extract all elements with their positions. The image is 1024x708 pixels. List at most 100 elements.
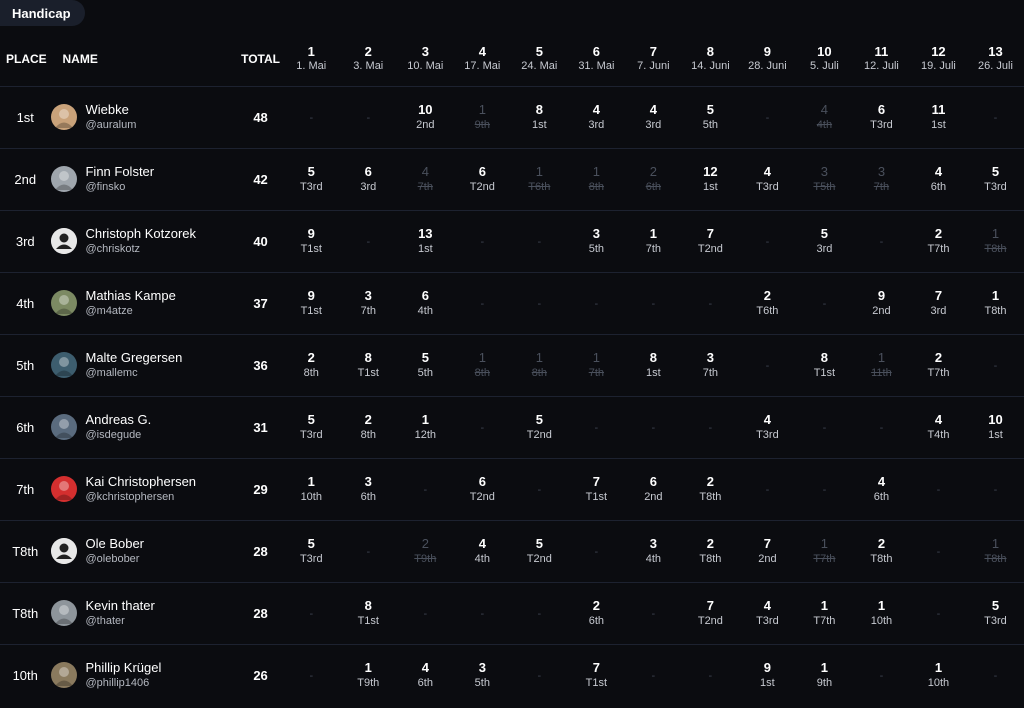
result-cell: 8 T1st xyxy=(340,334,397,396)
event-header-10[interactable]: 10 5. Juli xyxy=(796,32,853,86)
player-name[interactable]: Phillip Krügel xyxy=(85,660,161,676)
player-info[interactable]: Andreas G. @isdegude xyxy=(50,412,238,442)
event-header-3[interactable]: 3 10. Mai xyxy=(397,32,454,86)
event-header-5[interactable]: 5 24. Mai xyxy=(511,32,568,86)
player-cell[interactable]: Ole Bober @olebober xyxy=(50,520,238,582)
avatar-photo-icon[interactable] xyxy=(51,352,78,378)
default-user-icon[interactable] xyxy=(51,228,78,254)
event-header-11[interactable]: 11 12. Juli xyxy=(853,32,910,86)
player-cell[interactable]: Phillip Krügel @phillip1406 xyxy=(50,644,238,706)
table-row[interactable]: 2nd Finn Folster @finsko 42 5 T3rd 6 3rd 4 7th 6 T2… xyxy=(0,148,1024,210)
player-info[interactable]: Kevin thater @thater xyxy=(50,598,238,628)
player-cell[interactable]: Kevin thater @thater xyxy=(50,582,238,644)
table-row[interactable]: 7th Kai Christophersen @kchristophersen 29 1… xyxy=(0,458,1024,520)
player-info[interactable]: Ole Bober @olebober xyxy=(50,536,238,566)
event-header-7[interactable]: 7 7. Juni xyxy=(625,32,682,86)
total-header[interactable]: TOTAL xyxy=(238,32,282,86)
avatar-photo-icon[interactable] xyxy=(51,104,78,130)
player-info[interactable]: Mathias Kampe @m4atze xyxy=(50,288,238,318)
place-header[interactable]: PLACE xyxy=(0,32,50,86)
player-name[interactable]: Andreas G. xyxy=(85,412,151,428)
player-info[interactable]: Phillip Krügel @phillip1406 xyxy=(50,660,238,690)
table-row[interactable]: 1st Wiebke @auralum 48- -10 2nd 1 9th 8 1st 4 3rd 4 3… xyxy=(0,86,1024,148)
event-header-2[interactable]: 2 3. Mai xyxy=(340,32,397,86)
player-cell[interactable]: Christoph Kotzorek @chriskotz xyxy=(50,210,238,272)
event-header-4[interactable]: 4 17. Mai xyxy=(454,32,511,86)
result-cell: 1 7th xyxy=(625,210,682,272)
empty-dash: - xyxy=(765,360,770,372)
event-header-9[interactable]: 9 28. Juni xyxy=(739,32,796,86)
player-name[interactable]: Kevin thater xyxy=(85,598,154,614)
result-position: T8th xyxy=(984,243,1007,255)
player-info[interactable]: Malte Gregersen @mallemc xyxy=(50,350,238,380)
event-header-1[interactable]: 1 1. Mai xyxy=(283,32,340,86)
event-header-6[interactable]: 6 31. Mai xyxy=(568,32,625,86)
table-row[interactable]: 6th Andreas G. @isdegude 31 5 T3rd 2 8th 1 12th -5… xyxy=(0,396,1024,458)
player-name[interactable]: Wiebke xyxy=(85,102,136,118)
tab-handicap[interactable]: Handicap xyxy=(0,0,85,26)
result-cell: 5 T3rd xyxy=(283,148,340,210)
player-cell[interactable]: Kai Christophersen @kchristophersen xyxy=(50,458,238,520)
result-cell: 9 2nd xyxy=(853,272,910,334)
default-user-icon[interactable] xyxy=(51,538,78,564)
player-info[interactable]: Wiebke @auralum xyxy=(50,102,238,132)
player-name[interactable]: Christoph Kotzorek xyxy=(85,226,196,242)
empty-dash: - xyxy=(594,298,599,310)
result-position: 2nd xyxy=(872,305,891,317)
result-points: 13 xyxy=(418,226,433,241)
result-position: 7th xyxy=(588,367,604,379)
player-name[interactable]: Kai Christophersen xyxy=(85,474,196,490)
event-date: 7. Juni xyxy=(637,60,670,73)
table-row[interactable]: 5th Malte Gregersen @mallemc 36 2 8th 8 T1st 5 5t… xyxy=(0,334,1024,396)
event-date: 19. Juli xyxy=(921,60,956,73)
name-header[interactable]: NAME xyxy=(50,32,238,86)
player-info[interactable]: Christoph Kotzorek @chriskotz xyxy=(50,226,238,256)
avatar-photo-icon[interactable] xyxy=(51,662,78,689)
player-info[interactable]: Kai Christophersen @kchristophersen xyxy=(50,474,238,504)
result-points: 4 xyxy=(763,598,772,613)
player-name[interactable]: Ole Bober xyxy=(85,536,144,552)
result-position: 6th xyxy=(588,615,604,627)
avatar-photo-icon[interactable] xyxy=(51,290,78,316)
avatar-photo-icon[interactable] xyxy=(51,414,78,440)
result-points: 2 xyxy=(877,536,886,551)
player-name[interactable]: Finn Folster xyxy=(85,164,154,180)
place-cell: T8th xyxy=(12,543,39,559)
result-position: 1st xyxy=(760,677,775,690)
table-row[interactable]: T8th Kevin thater @thater 28-8 T1st - - -2 6th -7… xyxy=(0,582,1024,644)
empty-dash: - xyxy=(765,484,770,496)
result-cell: 8 1st xyxy=(511,86,568,148)
event-header-12[interactable]: 12 19. Juli xyxy=(910,32,967,86)
event-header-8[interactable]: 8 14. Juni xyxy=(682,32,739,86)
result-cell: 4 T3rd xyxy=(739,148,796,210)
result-points: 6 xyxy=(364,164,372,179)
empty-dash: - xyxy=(366,546,371,558)
result-empty: - xyxy=(910,520,967,582)
avatar-photo-icon[interactable] xyxy=(51,600,78,626)
result-empty: - xyxy=(511,272,568,334)
table-row[interactable]: 4th Mathias Kampe @m4atze 37 9 T1st 3 7th 6 4th - -… xyxy=(0,272,1024,334)
player-cell[interactable]: Wiebke @auralum xyxy=(50,86,238,148)
avatar-photo-icon[interactable] xyxy=(51,476,78,502)
player-cell[interactable]: Malte Gregersen @mallemc xyxy=(50,334,238,396)
player-cell[interactable]: Mathias Kampe @m4atze xyxy=(50,272,238,334)
table-row[interactable]: 10th Phillip Krügel @phillip1406 26-1 T9th 4 6… xyxy=(0,644,1024,706)
table-row[interactable]: 3rd Christoph Kotzorek @chriskotz 40 9 T1st - 1… xyxy=(0,210,1024,272)
table-row[interactable]: T8th Ole Bober @olebober 28 5 T3rd -2 T9th 4 4th 5… xyxy=(0,520,1024,582)
player-name[interactable]: Malte Gregersen xyxy=(85,350,182,366)
event-header-13[interactable]: 13 26. Juli xyxy=(967,32,1024,86)
empty-dash: - xyxy=(651,298,656,310)
player-info[interactable]: Finn Folster @finsko xyxy=(50,164,238,194)
player-cell[interactable]: Andreas G. @isdegude xyxy=(50,396,238,458)
result-position: 1st xyxy=(531,119,547,131)
result-points: 2 xyxy=(934,226,943,241)
result-empty: - xyxy=(739,210,796,272)
player-cell[interactable]: Finn Folster @finsko xyxy=(50,148,238,210)
player-name[interactable]: Mathias Kampe xyxy=(85,288,175,304)
event-date: 5. Juli xyxy=(810,60,839,73)
result-position: 3rd xyxy=(645,119,662,131)
result-position: 4th xyxy=(417,305,433,317)
avatar-photo-icon[interactable] xyxy=(51,166,78,192)
result-position: 6th xyxy=(645,181,662,193)
result-cell: 2 T7th xyxy=(910,334,967,396)
